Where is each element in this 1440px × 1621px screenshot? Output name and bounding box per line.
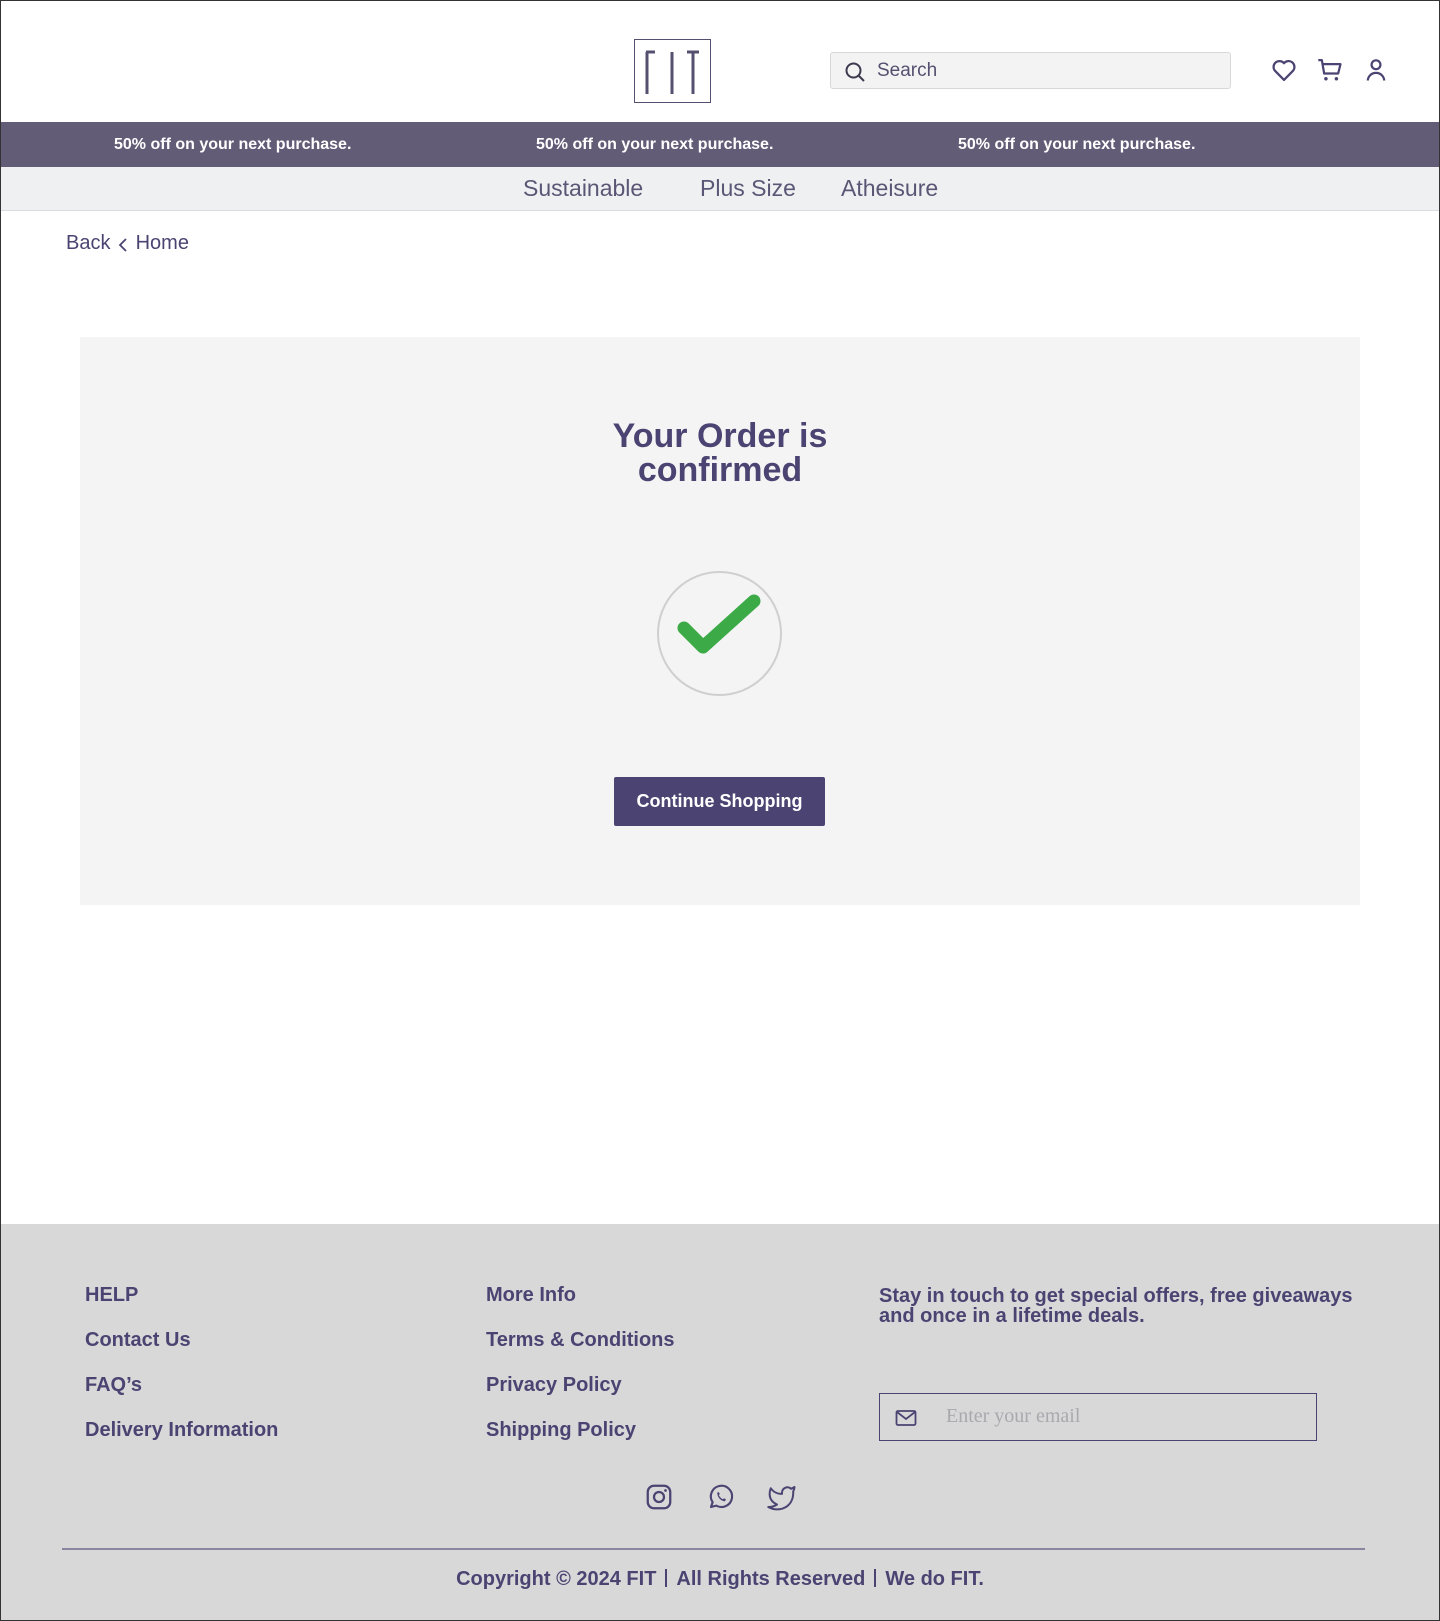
rights-text: All Rights Reserved	[676, 1568, 866, 1590]
footer-link-delivery-information[interactable]: Delivery Information	[85, 1419, 278, 1442]
footer-more-info-heading[interactable]: More Info	[486, 1284, 576, 1307]
continue-shopping-button[interactable]: Continue Shopping	[614, 777, 825, 826]
separator	[665, 1569, 668, 1587]
newsletter-text: Stay in touch to get special offers, fre…	[879, 1286, 1379, 1326]
breadcrumb: Back Home	[66, 232, 189, 258]
search-icon	[844, 61, 866, 83]
promo-message: 50% off on your next purchase.	[958, 136, 1196, 153]
separator	[874, 1569, 877, 1587]
confirmation-title: Your Order is confirmed	[80, 419, 1360, 487]
newsletter-line1: Stay in touch to get special offers, fre…	[879, 1285, 1353, 1307]
footer-help-heading[interactable]: HELP	[85, 1284, 138, 1307]
user-icon[interactable]	[1362, 56, 1390, 84]
promo-banner: 50% off on your next purchase. 50% off o…	[0, 122, 1440, 167]
copyright-text: Copyright © 2024 FIT	[456, 1568, 657, 1590]
newsletter-email-field[interactable]	[879, 1393, 1317, 1441]
site-footer: HELP Contact Us FAQ’s Delivery Informati…	[0, 1224, 1440, 1621]
promo-message: 50% off on your next purchase.	[114, 136, 352, 153]
search-input[interactable]	[877, 53, 1217, 88]
footer-divider	[62, 1548, 1365, 1550]
category-atheisure[interactable]: Atheisure	[841, 167, 938, 209]
confirmation-title-line2: confirmed	[637, 451, 803, 489]
checkmark-icon	[677, 594, 761, 654]
tagline-text: We do FIT.	[885, 1568, 984, 1590]
footer-link-terms[interactable]: Terms & Conditions	[486, 1329, 675, 1352]
fit-logo-mark	[645, 50, 699, 94]
success-badge	[657, 571, 782, 696]
breadcrumb-back[interactable]: Back	[66, 232, 110, 255]
heart-icon[interactable]	[1270, 56, 1298, 84]
copyright: Copyright © 2024 FIT All Rights Reserved W…	[0, 1568, 1440, 1591]
instagram-icon[interactable]	[644, 1482, 674, 1512]
search-bar[interactable]	[830, 52, 1231, 89]
confirmation-title-line1: Your Order is	[612, 417, 828, 455]
chevron-left-icon	[116, 234, 130, 254]
newsletter-line2: and once in a lifetime deals.	[879, 1305, 1145, 1327]
footer-link-faqs[interactable]: FAQ’s	[85, 1374, 142, 1397]
footer-link-privacy-policy[interactable]: Privacy Policy	[486, 1374, 622, 1397]
category-sustainable[interactable]: Sustainable	[523, 167, 643, 209]
promo-message: 50% off on your next purchase.	[536, 136, 774, 153]
twitter-icon[interactable]	[767, 1482, 797, 1512]
mail-icon	[894, 1406, 918, 1430]
footer-link-contact-us[interactable]: Contact Us	[85, 1329, 191, 1352]
whatsapp-icon[interactable]	[706, 1482, 736, 1512]
order-confirmation-card: Your Order is confirmed Continue Shoppin…	[80, 337, 1360, 905]
category-nav: Sustainable Plus Size Atheisure	[0, 167, 1440, 211]
site-header	[0, 0, 1440, 122]
category-plus-size[interactable]: Plus Size	[700, 167, 796, 209]
breadcrumb-home[interactable]: Home	[136, 232, 189, 255]
cart-icon[interactable]	[1316, 56, 1344, 84]
fit-logo[interactable]	[634, 39, 711, 103]
footer-link-shipping-policy[interactable]: Shipping Policy	[486, 1419, 636, 1442]
email-input[interactable]	[946, 1394, 1306, 1439]
